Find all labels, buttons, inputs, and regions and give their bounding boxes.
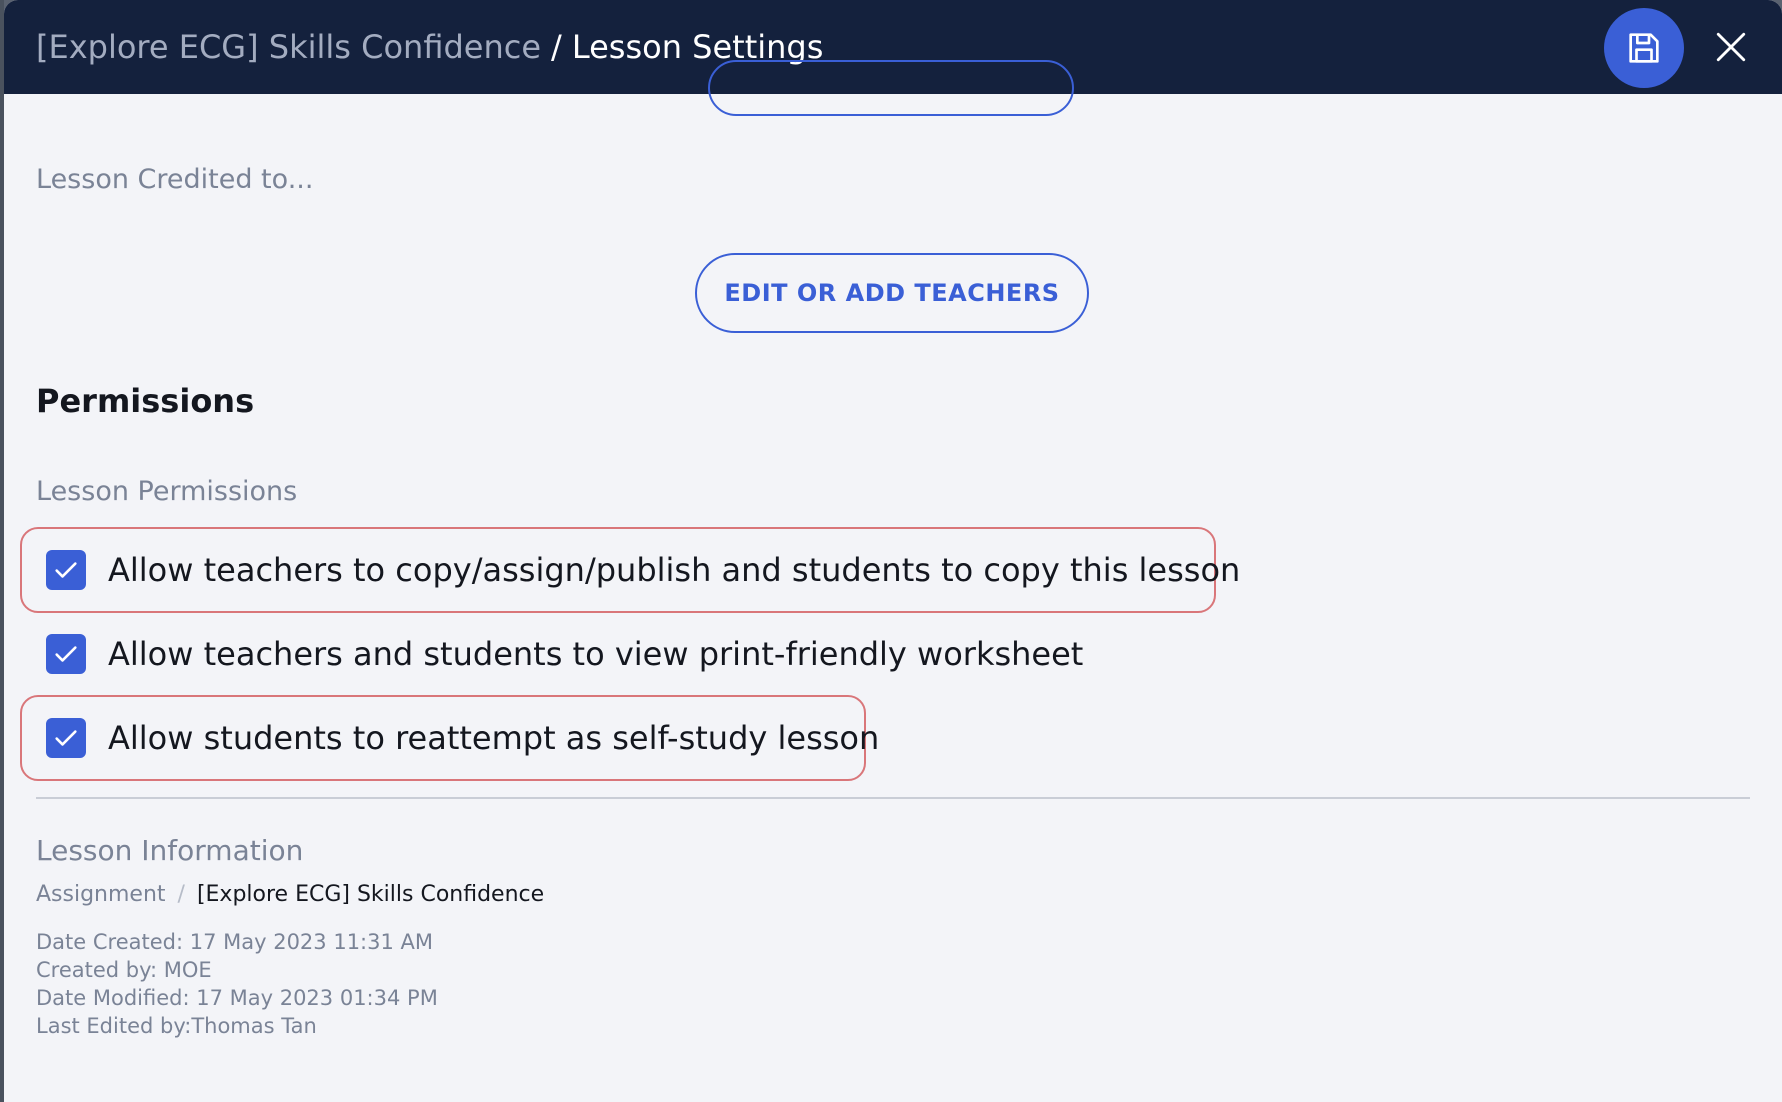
- edit-or-add-teachers-button[interactable]: EDIT OR ADD TEACHERS: [695, 253, 1089, 333]
- lesson-permissions-label: Lesson Permissions: [36, 476, 298, 507]
- scrolled-partial-button[interactable]: [708, 60, 1074, 116]
- breadcrumb-separator: /: [551, 28, 562, 66]
- checkmark-icon: [55, 646, 77, 662]
- permission-self-study-reattempt[interactable]: Allow students to reattempt as self-stud…: [20, 695, 879, 781]
- lesson-name: [Explore ECG] Skills Confidence: [196, 882, 545, 907]
- breadcrumb: [Explore ECG] Skills Confidence / Lesson S…: [36, 0, 823, 94]
- section-divider: [36, 797, 1750, 799]
- screen: [Explore ECG] Skills Confidence / Lesson S…: [0, 0, 1782, 1102]
- date-created: Date Created: 17 May 2023 11:31 AM: [36, 930, 434, 954]
- last-edited-by: Last Edited by:Thomas Tan: [36, 1014, 317, 1038]
- permission-label: Allow teachers to copy/assign/publish an…: [108, 551, 1241, 589]
- breadcrumb-course-title[interactable]: [Explore ECG] Skills Confidence: [36, 28, 541, 66]
- permission-label: Allow students to reattempt as self-stud…: [108, 719, 880, 757]
- close-icon: [1716, 32, 1746, 62]
- lesson-info-breadcrumb: Assignment / [Explore ECG] Skills Confiden…: [36, 882, 544, 907]
- permission-label: Allow teachers and students to view prin…: [108, 635, 1084, 673]
- floppy-disk-icon: [1629, 33, 1659, 63]
- created-by: Created by: MOE: [36, 958, 212, 982]
- lesson-settings-modal: [Explore ECG] Skills Confidence / Lesson S…: [4, 0, 1782, 1102]
- close-button[interactable]: [1706, 22, 1756, 72]
- permissions-heading: Permissions: [36, 382, 255, 420]
- save-button[interactable]: [1604, 8, 1684, 88]
- checkmark-icon: [55, 562, 77, 578]
- checkmark-icon: [55, 730, 77, 746]
- lesson-information-heading: Lesson Information: [36, 834, 304, 867]
- lesson-credited-label: Lesson Credited to...: [36, 164, 314, 195]
- breadcrumb-slash: /: [177, 882, 185, 907]
- lesson-type: Assignment: [36, 882, 166, 907]
- permission-checkbox[interactable]: [46, 550, 86, 590]
- permission-checkbox[interactable]: [46, 634, 86, 674]
- permission-copy-assign-publish[interactable]: Allow teachers to copy/assign/publish an…: [20, 527, 1240, 613]
- date-modified: Date Modified: 17 May 2023 01:34 PM: [36, 986, 438, 1010]
- permission-print-friendly-worksheet[interactable]: Allow teachers and students to view prin…: [20, 611, 1083, 697]
- permission-checkbox[interactable]: [46, 718, 86, 758]
